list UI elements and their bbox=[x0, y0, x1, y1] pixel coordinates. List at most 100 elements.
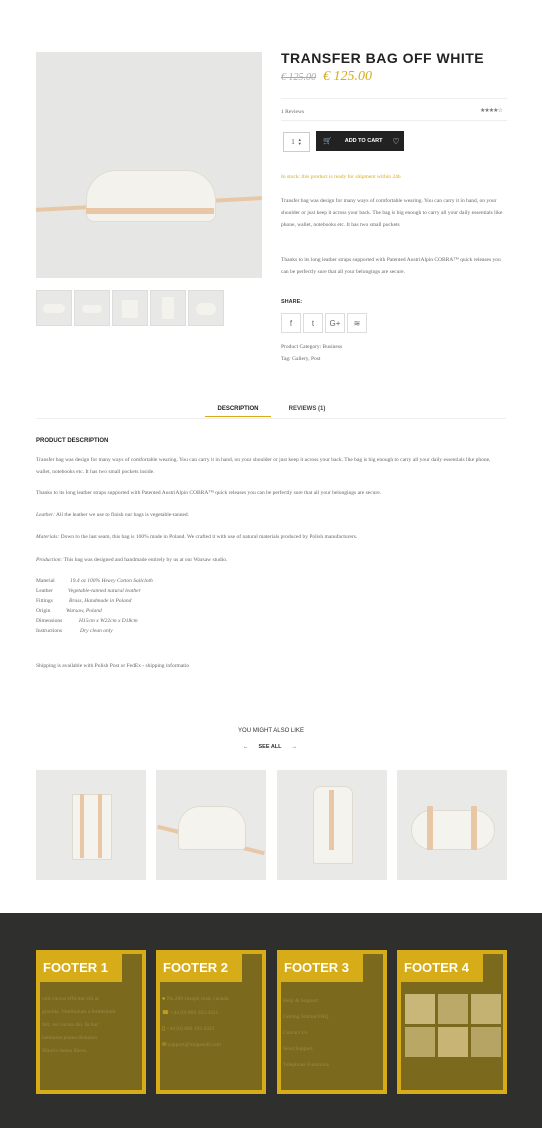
bag-body bbox=[86, 170, 216, 222]
phone-icon: ☎ bbox=[162, 1010, 169, 1016]
add-to-cart-button[interactable]: 🛒 ADD TO CART bbox=[316, 131, 388, 151]
divider bbox=[281, 98, 507, 99]
short-description: Transfer bag was design for many ways of… bbox=[281, 198, 503, 228]
mail-icon: ✉ bbox=[162, 1042, 167, 1048]
quantity-value: 1 bbox=[291, 138, 295, 146]
twitter-share-button[interactable]: t bbox=[303, 313, 323, 333]
related-product-3[interactable] bbox=[277, 770, 387, 880]
spec-row: Leather Vegetable-tanned natural leather bbox=[36, 588, 141, 594]
production-label: Production: bbox=[36, 557, 63, 563]
thumbnail-5[interactable] bbox=[188, 290, 224, 326]
shipping-note: Shipping is available with Polish Post o… bbox=[36, 663, 190, 669]
description-paragraph-2: Thanks to its long leather straps suppor… bbox=[36, 490, 382, 496]
add-to-cart-label: ADD TO CART bbox=[344, 138, 383, 144]
footer-title-4: FOOTER 4 bbox=[401, 954, 483, 982]
spec-row: Fittings Brass, Handmade in Poland bbox=[36, 598, 132, 604]
footer-column-3: FOOTER 3 Help & Support Getting Started … bbox=[277, 950, 387, 1094]
production-text: This bag was designed and handmade entir… bbox=[63, 557, 228, 563]
related-product-2[interactable] bbox=[156, 770, 266, 880]
gallery-thumb[interactable] bbox=[405, 1027, 435, 1057]
prev-arrow-icon[interactable]: ← bbox=[243, 744, 249, 750]
bag-front-strap bbox=[86, 208, 214, 214]
share-buttons: f t G+ ≋ bbox=[281, 313, 367, 333]
related-heading: YOU MIGHT ALSO LIKE bbox=[238, 728, 304, 734]
related-product-4[interactable] bbox=[397, 770, 507, 880]
thumbnail-3[interactable] bbox=[112, 290, 148, 326]
gallery-thumb[interactable] bbox=[438, 994, 468, 1024]
gallery-thumb[interactable] bbox=[438, 1027, 468, 1057]
footer-text-line: odit cursus efficitur elit at bbox=[42, 996, 99, 1002]
gallery-thumb[interactable] bbox=[405, 994, 435, 1024]
tabs-divider bbox=[36, 418, 506, 419]
footer-email[interactable]: ✉ support@loopasoft.com bbox=[162, 1042, 221, 1048]
related-product-1[interactable] bbox=[36, 770, 146, 880]
tab-description[interactable]: DESCRIPTION bbox=[205, 406, 271, 417]
footer-title-3: FOOTER 3 bbox=[281, 954, 363, 982]
current-price: € 125.00 bbox=[323, 69, 372, 84]
footer-text-line: habitasse platea dictumst. bbox=[42, 1035, 99, 1041]
rating-stars: ★★★★☆ bbox=[480, 108, 503, 114]
spec-row: Origin Warsaw, Poland bbox=[36, 608, 102, 614]
thumbnail-2[interactable] bbox=[74, 290, 110, 326]
spec-row: Material 19.4 oz 100% Heavy Cotton Sailcl… bbox=[36, 578, 153, 584]
footer-link[interactable]: Telephone Functions bbox=[283, 1062, 329, 1068]
rss-share-button[interactable]: ≋ bbox=[347, 313, 367, 333]
footer-text-line: gravida. Vestibulum a fermentum bbox=[42, 1009, 116, 1015]
share-label: SHARE: bbox=[281, 299, 303, 305]
wishlist-button[interactable]: ♡ bbox=[388, 131, 404, 151]
divider bbox=[281, 120, 507, 121]
cart-icon: 🛒 bbox=[323, 138, 332, 145]
footer-column-2: FOOTER 2 ● No.200 Joseph road, canada ☎ … bbox=[156, 950, 266, 1094]
product-category: Product Category: Business bbox=[281, 344, 343, 350]
facebook-share-button[interactable]: f bbox=[281, 313, 301, 333]
footer-gallery bbox=[405, 994, 501, 1057]
next-arrow-icon[interactable]: → bbox=[292, 744, 298, 750]
footer-link[interactable]: Help & Support bbox=[283, 998, 318, 1004]
leather-note: Leather: All the leather we use to finis… bbox=[36, 511, 506, 520]
production-note: Production: This bag was designed and ha… bbox=[36, 556, 506, 565]
facebook-icon: f bbox=[289, 318, 293, 328]
footer-title-2: FOOTER 2 bbox=[160, 954, 242, 982]
stepper-arrows-icon[interactable]: ▲ ▼ bbox=[298, 138, 302, 146]
rss-icon: ≋ bbox=[353, 318, 361, 328]
description-heading: PRODUCT DESCRIPTION bbox=[36, 438, 109, 444]
product-tags: Tag: Gallery, Post bbox=[281, 356, 321, 362]
thumbnail-4[interactable] bbox=[150, 290, 186, 326]
gallery-thumb[interactable] bbox=[471, 994, 501, 1024]
thumbnail-1[interactable] bbox=[36, 290, 72, 326]
location-icon: ● bbox=[162, 996, 166, 1002]
main-product-image[interactable] bbox=[36, 52, 262, 278]
materials-text: Down to the last seam, this bag is 100% … bbox=[60, 534, 358, 540]
footer-phone[interactable]: ▯ +44 (0) 800 163 4321 bbox=[162, 1026, 214, 1032]
spec-list: Material 19.4 oz 100% Heavy Cotton Sailcl… bbox=[36, 577, 153, 637]
quantity-stepper[interactable]: 1 ▲ ▼ bbox=[283, 132, 310, 152]
old-price: € 125.00 bbox=[281, 72, 316, 83]
leather-text: All the leather we use to finish our bag… bbox=[56, 512, 190, 518]
see-all-link[interactable]: SEE ALL bbox=[259, 744, 282, 750]
tab-reviews[interactable]: REVIEWS (1) bbox=[280, 406, 334, 412]
footer-phone[interactable]: ☎ +44 (0) 800 163 4321 bbox=[162, 1010, 218, 1016]
gallery-thumb[interactable] bbox=[471, 1027, 501, 1057]
footer-title-1: FOOTER 1 bbox=[40, 954, 122, 982]
twitter-icon: t bbox=[311, 318, 315, 328]
short-description-2: Thanks to its long leather straps suppor… bbox=[281, 257, 501, 275]
google-plus-share-button[interactable]: G+ bbox=[325, 313, 345, 333]
description-paragraph-1: Transfer bag was design for many ways of… bbox=[36, 457, 491, 475]
related-nav: ← SEE ALL → bbox=[243, 744, 297, 750]
reviews-link[interactable]: 1 Reviews bbox=[281, 108, 304, 117]
heart-icon: ♡ bbox=[392, 136, 400, 146]
google-plus-icon: G+ bbox=[329, 318, 341, 328]
spec-row: Instructions Dry clean only bbox=[36, 628, 113, 634]
footer-text-line: felt, vel varius dui. In hac bbox=[42, 1022, 99, 1028]
materials-label: Materials: bbox=[36, 534, 60, 540]
footer-text-line: Mauris metus libero. bbox=[42, 1048, 88, 1054]
product-title: TRANSFER BAG OFF WHITE bbox=[281, 50, 485, 66]
mobile-icon: ▯ bbox=[162, 1026, 166, 1032]
stock-status: In stock: this product is ready for ship… bbox=[281, 174, 401, 180]
footer-column-4: FOOTER 4 bbox=[397, 950, 507, 1094]
leather-label: Leather: bbox=[36, 512, 55, 518]
footer-column-1: FOOTER 1 odit cursus efficitur elit at g… bbox=[36, 950, 146, 1094]
footer-link[interactable]: Contact Us bbox=[283, 1030, 308, 1036]
footer-link[interactable]: Send Support bbox=[283, 1046, 313, 1052]
footer-link[interactable]: Getting Started FAQ bbox=[283, 1014, 328, 1020]
